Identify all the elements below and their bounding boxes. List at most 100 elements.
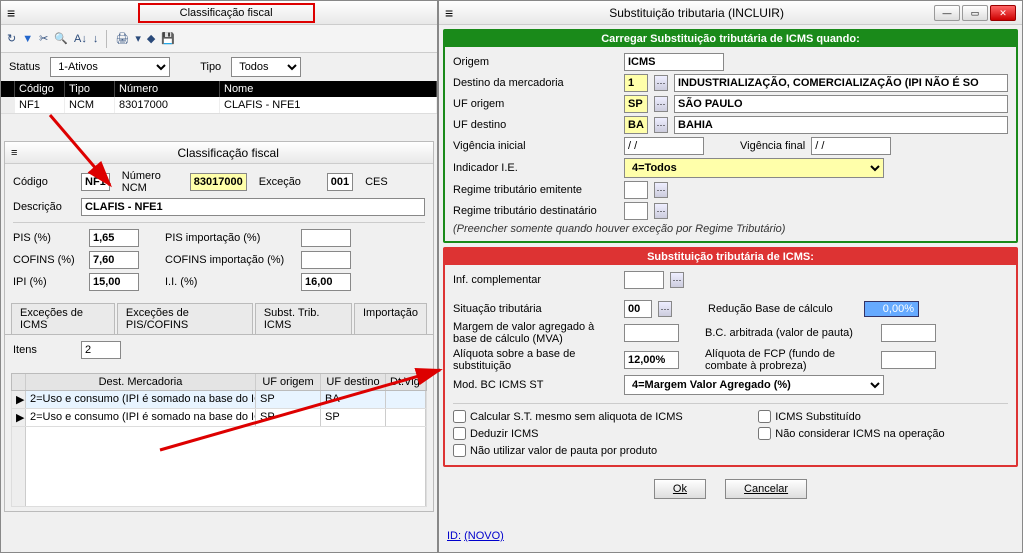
uf-dest-code[interactable]: BA — [624, 116, 648, 134]
ok-button[interactable]: Ok — [654, 479, 706, 499]
ncm-label: Número NCM — [122, 170, 184, 194]
inner-panel: ≡ Classificação fiscal Código NF1 Número… — [4, 141, 434, 512]
page-title: Classificação fiscal — [138, 3, 315, 23]
reg-dest-field[interactable] — [624, 202, 648, 220]
tab-subst-trib-icms[interactable]: Subst. Trib. ICMS — [255, 303, 352, 334]
sort-asc-icon[interactable]: A↓ — [74, 33, 87, 45]
ipi-label: IPI (%) — [13, 276, 83, 288]
mod-bc-select[interactable]: 4=Margem Valor Agregado (%) — [624, 375, 884, 395]
sort-desc-icon[interactable]: ↓ — [93, 33, 99, 45]
dest-merc-text: INDUSTRIALIZAÇÃO, COMERCIALIZAÇÃO (IPI N… — [674, 74, 1008, 92]
mod-bc-label: Mod. BC ICMS ST — [453, 379, 618, 391]
cofins-imp-field[interactable] — [301, 251, 351, 269]
red-base-label: Redução Base de cálculo — [708, 303, 858, 315]
save-icon[interactable]: 💾 — [161, 32, 175, 45]
excecao-field[interactable]: 001 — [327, 173, 353, 191]
section-title: Substituição tributária de ICMS: — [445, 249, 1016, 265]
descricao-label: Descrição — [13, 201, 75, 213]
ncm-field[interactable]: 83017000 — [190, 173, 247, 191]
lookup-icon[interactable]: ⋯ — [654, 96, 668, 112]
bc-arb-field[interactable] — [881, 324, 936, 342]
mva-field[interactable] — [624, 324, 679, 342]
vig-ini-field[interactable]: / / — [624, 137, 704, 155]
lookup-icon[interactable]: ⋯ — [654, 182, 668, 198]
uf-orig-code[interactable]: SP — [624, 95, 648, 113]
uf-orig-label: UF origem — [453, 98, 618, 110]
tab-excecoes-icms[interactable]: Exceções de ICMS — [11, 303, 115, 334]
chk-icms-subst[interactable] — [758, 410, 771, 423]
uf-dest-label: UF destino — [453, 119, 618, 131]
col-nome: Nome — [220, 81, 437, 97]
tab-excecoes-piscofins[interactable]: Exceções de PIS/COFINS — [117, 303, 253, 334]
status-select[interactable]: 1-Ativos — [50, 57, 170, 77]
ii-field[interactable]: 16,00 — [301, 273, 351, 291]
pis-imp-field[interactable] — [301, 229, 351, 247]
reg-emit-field[interactable] — [624, 181, 648, 199]
id-value[interactable]: (NOVO) — [464, 530, 504, 542]
filter-icon[interactable]: ▼ — [22, 33, 33, 45]
table-row[interactable]: ▶ 2=Uso e consumo (IPI é somado na base … — [11, 391, 427, 409]
col-dest: Dest. Mercadoria — [26, 374, 256, 390]
cofins-field[interactable]: 7,60 — [89, 251, 139, 269]
section-subst: Substituição tributária de ICMS: Inf. co… — [443, 247, 1018, 467]
close-button[interactable]: ✕ — [990, 5, 1016, 21]
refresh-icon[interactable]: ↻ — [7, 32, 16, 45]
descricao-field[interactable]: CLAFIS - NFE1 — [81, 198, 425, 216]
itens-label: Itens — [13, 344, 75, 356]
lookup-icon[interactable]: ⋯ — [658, 301, 672, 317]
grid-row[interactable]: NF1 NCM 83017000 CLAFIS - NFE1 — [1, 97, 437, 114]
itens-count: 2 — [81, 341, 121, 359]
section-title: Carregar Substituição tributária de ICMS… — [445, 31, 1016, 47]
binoculars-icon[interactable]: 🔍 — [54, 32, 68, 45]
uf-dest-text: BAHIA — [674, 116, 1008, 134]
codigo-field[interactable]: NF1 — [81, 173, 110, 191]
red-base-field[interactable]: 0,00% — [864, 301, 919, 317]
toolbar: ↻ ▼ ✂ 🔍 A↓ ↓ 🖨 ▾ ◆ 💾 — [1, 25, 437, 53]
sit-trib-field[interactable]: 00 — [624, 300, 652, 318]
menu-icon[interactable]: ≡ — [445, 5, 453, 21]
minimize-button[interactable]: — — [934, 5, 960, 21]
origem-field[interactable]: ICMS — [624, 53, 724, 71]
dropdown-icon[interactable]: ▾ — [135, 32, 141, 45]
export-icon[interactable]: ◆ — [147, 32, 155, 45]
inf-comp-label: Inf. complementar — [453, 274, 618, 286]
pis-field[interactable]: 1,65 — [89, 229, 139, 247]
menu-icon[interactable]: ≡ — [7, 5, 15, 21]
fcp-field[interactable] — [881, 351, 936, 369]
pis-label: PIS (%) — [13, 232, 83, 244]
print-icon[interactable]: 🖨 — [115, 32, 129, 45]
aliq-sub-label: Alíquota sobre a base de substituição — [453, 348, 618, 372]
ipi-field[interactable]: 15,00 — [89, 273, 139, 291]
id-label: ID: — [447, 530, 461, 542]
ind-ie-select[interactable]: 4=Todos — [624, 158, 884, 178]
tabs: Exceções de ICMS Exceções de PIS/COFINS … — [5, 303, 433, 335]
tab-importacao[interactable]: Importação — [354, 303, 427, 334]
lookup-icon[interactable]: ⋯ — [654, 117, 668, 133]
vig-fim-label: Vigência final — [740, 140, 805, 152]
chk-deduzir-icms[interactable] — [453, 427, 466, 440]
chk-calc-st[interactable] — [453, 410, 466, 423]
chk-nao-pauta[interactable] — [453, 444, 466, 457]
ces-label: CES — [365, 176, 427, 188]
codigo-label: Código — [13, 176, 75, 188]
cancel-button[interactable]: Cancelar — [725, 479, 807, 499]
dest-merc-code[interactable]: 1 — [624, 74, 648, 92]
chk-nao-considerar[interactable] — [758, 427, 771, 440]
lookup-icon[interactable]: ⋯ — [670, 272, 684, 288]
aliq-sub-field[interactable]: 12,00% — [624, 351, 679, 369]
cut-icon[interactable]: ✂ — [39, 32, 48, 45]
sit-trib-label: Situação tributária — [453, 303, 618, 315]
inf-comp-field[interactable] — [624, 271, 664, 289]
window-substituicao-tributaria: ≡ Substituição tributaria (INCLUIR) — ▭ … — [438, 0, 1023, 553]
status-label: Status — [9, 61, 40, 73]
dest-merc-label: Destino da mercadoria — [453, 77, 618, 89]
menu-icon[interactable]: ≡ — [5, 147, 23, 159]
inner-title: Classificação fiscal — [23, 146, 433, 160]
table-row[interactable]: ▶ 2=Uso e consumo (IPI é somado na base … — [11, 409, 427, 427]
maximize-button[interactable]: ▭ — [962, 5, 988, 21]
lookup-icon[interactable]: ⋯ — [654, 75, 668, 91]
vig-fim-field[interactable]: / / — [811, 137, 891, 155]
lookup-icon[interactable]: ⋯ — [654, 203, 668, 219]
tipo-select[interactable]: Todos — [231, 57, 301, 77]
fcp-label: Alíquota de FCP (fundo de combate à prob… — [705, 348, 875, 372]
